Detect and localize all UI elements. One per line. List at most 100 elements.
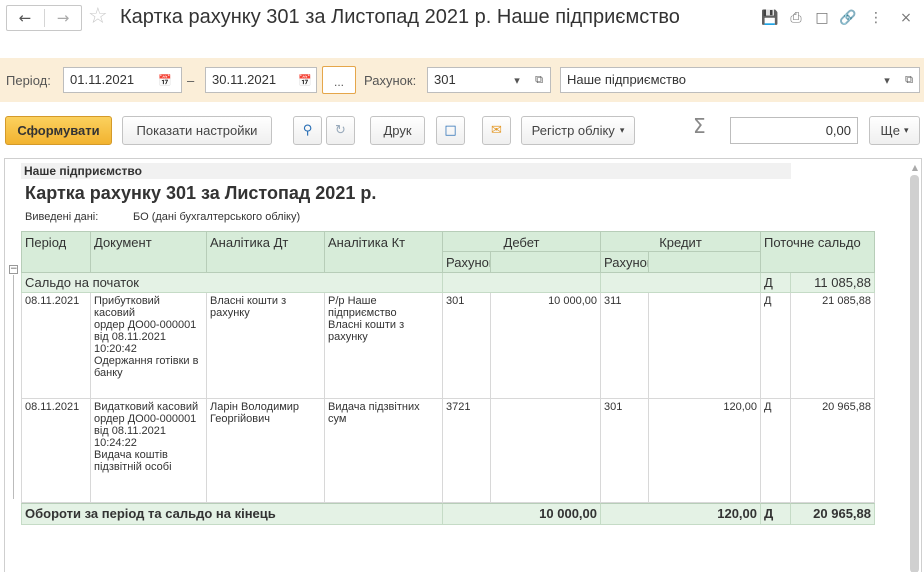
email-button[interactable]: ✉	[482, 116, 511, 145]
analytics-line: Р/р Наше	[328, 295, 377, 307]
analytics-line: Власні кошти з	[210, 295, 287, 307]
doc-line: ордер ДО00-000001	[94, 319, 197, 331]
search-icon: ⚲	[302, 123, 313, 138]
doc-line: ордер ДО00-000001	[94, 413, 197, 425]
calendar-icon[interactable]: 📅	[154, 67, 176, 93]
date-from-value: 01.11.2021	[70, 72, 135, 87]
row-2-side: Д	[761, 399, 791, 503]
row-1-period: 08.11.2021	[21, 293, 91, 399]
header-analytics-dt: Аналітика Дт	[207, 231, 325, 273]
doc-line: Видатковий касовий	[94, 401, 199, 413]
analytics-line: Власні кошти з	[328, 319, 405, 331]
doc-line: Видача коштів	[94, 449, 168, 461]
scrollbar[interactable]	[910, 175, 919, 572]
tree-line	[13, 275, 14, 499]
analytics-line: Ларін Володимир	[210, 401, 300, 413]
analytics-line: сум	[328, 413, 347, 425]
doc-line: банку	[94, 367, 123, 379]
envelope-icon: ✉	[491, 123, 502, 138]
doc-line: від 08.11.2021	[94, 331, 166, 343]
save-icon[interactable]: 💾	[760, 8, 780, 28]
scroll-up-icon[interactable]: ▲	[912, 163, 918, 172]
parameters-bar: Період: 01.11.2021 📅 – 30.11.2021 📅 ... …	[0, 58, 924, 102]
row-1-kt-account: 311	[601, 293, 649, 399]
search-clear-icon: ↻	[335, 123, 346, 138]
nav-separator	[44, 9, 45, 27]
row-2-analytics-kt: Видача підзвітних сум	[325, 399, 443, 503]
analytics-line: підприємство	[328, 307, 397, 319]
row-2-balance: 20 965,88	[791, 399, 875, 503]
row-1-kt-amount	[649, 293, 761, 399]
row-2-period: 08.11.2021	[21, 399, 91, 503]
calendar-icon[interactable]: 📅	[294, 67, 316, 93]
row-2-kt-amount: 120,00	[649, 399, 761, 503]
register-label: Регістр обліку	[531, 123, 615, 138]
close-icon[interactable]: ×	[896, 8, 916, 28]
doc-line: 10:20:42	[94, 343, 137, 355]
open-icon[interactable]: ⧉	[898, 67, 920, 93]
chevron-down-icon[interactable]: ▾	[506, 67, 528, 93]
back-arrow-icon[interactable]: ←	[13, 6, 37, 30]
search-clear-button[interactable]: ↻	[326, 116, 355, 145]
header-credit: Кредит	[601, 231, 761, 252]
doc-line: 10:24:22	[94, 437, 137, 449]
preview-button[interactable]: □	[436, 116, 465, 145]
link-icon[interactable]: 🔗	[838, 8, 858, 28]
register-button[interactable]: Регістр обліку ▾	[521, 116, 635, 145]
totals-debit: 10 000,00	[443, 503, 601, 525]
analytics-line: Георгійович	[210, 413, 271, 425]
row-2-dt-account: 3721	[443, 399, 491, 503]
row-2-kt-account: 301	[601, 399, 649, 503]
totals-credit: 120,00	[601, 503, 761, 525]
search-button[interactable]: ⚲	[293, 116, 322, 145]
doc-line: підзвітній особі	[94, 461, 172, 473]
account-label: Рахунок:	[364, 73, 417, 88]
header-credit-account: Рахунок	[601, 252, 649, 273]
show-settings-button[interactable]: Показати настройки	[122, 116, 272, 145]
favorite-star-icon[interactable]: ☆	[88, 4, 108, 29]
doc-line: Прибутковий касовий	[94, 295, 160, 319]
print-button[interactable]: Друк	[370, 116, 425, 145]
row-1-side: Д	[761, 293, 791, 399]
analytics-line: рахунку	[328, 331, 368, 343]
header-document: Документ	[91, 231, 207, 273]
more-button[interactable]: Ще ▾	[869, 116, 920, 145]
date-to-value: 30.11.2021	[212, 72, 277, 87]
print-icon[interactable]: ⎙	[786, 8, 806, 28]
more-label: Ще	[880, 123, 900, 138]
forward-arrow-icon[interactable]: →	[51, 6, 75, 30]
row-2-dt-amount	[491, 399, 601, 503]
open-icon[interactable]: ⧉	[528, 67, 550, 93]
header-debit-account: Рахунок	[443, 252, 491, 273]
collapse-icon[interactable]: −	[9, 265, 18, 274]
analytics-line: Видача підзвітних	[328, 401, 420, 413]
header-debit-amount	[491, 252, 601, 273]
row-1-analytics-kt: Р/р Наше підприємство Власні кошти з рах…	[325, 293, 443, 399]
analytics-line: рахунку	[210, 307, 250, 319]
sum-field[interactable]: 0,00	[730, 117, 858, 144]
title-bar: ← → ☆ Картка рахунку 301 за Листопад 202…	[0, 0, 924, 38]
opening-credit	[601, 273, 761, 293]
header-credit-amount	[649, 252, 761, 273]
totals-balance: 20 965,88	[791, 503, 875, 525]
opening-balance-label: Сальдо на початок	[21, 273, 443, 293]
period-select-button[interactable]: ...	[322, 66, 356, 94]
doc-line: від 08.11.2021	[94, 425, 166, 437]
generate-button[interactable]: Сформувати	[5, 116, 112, 145]
totals-label: Обороти за період та сальдо на кінець	[21, 503, 443, 525]
header-analytics-kt: Аналітика Кт	[325, 231, 443, 273]
row-2-document[interactable]: Видатковий касовий ордер ДО00-000001 від…	[91, 399, 207, 503]
account-value: 301	[434, 72, 456, 87]
organization-value: Наше підприємство	[567, 72, 686, 87]
report-title: Картка рахунку 301 за Листопад 2021 р.	[25, 183, 377, 203]
more-icon[interactable]: ⋮	[866, 8, 886, 28]
preview-icon[interactable]: □	[812, 8, 832, 28]
row-1-balance: 21 085,88	[791, 293, 875, 399]
row-1-dt-amount: 10 000,00	[491, 293, 601, 399]
row-1-document[interactable]: Прибутковий касовий ордер ДО00-000001 ві…	[91, 293, 207, 399]
report-area[interactable]: ▲ Наше підприємство Картка рахунку 301 з…	[4, 158, 922, 572]
chevron-down-icon[interactable]: ▾	[876, 67, 898, 93]
organization-field[interactable]: Наше підприємство	[560, 67, 920, 93]
period-label: Період:	[6, 73, 51, 88]
chevron-down-icon: ▾	[619, 125, 625, 136]
